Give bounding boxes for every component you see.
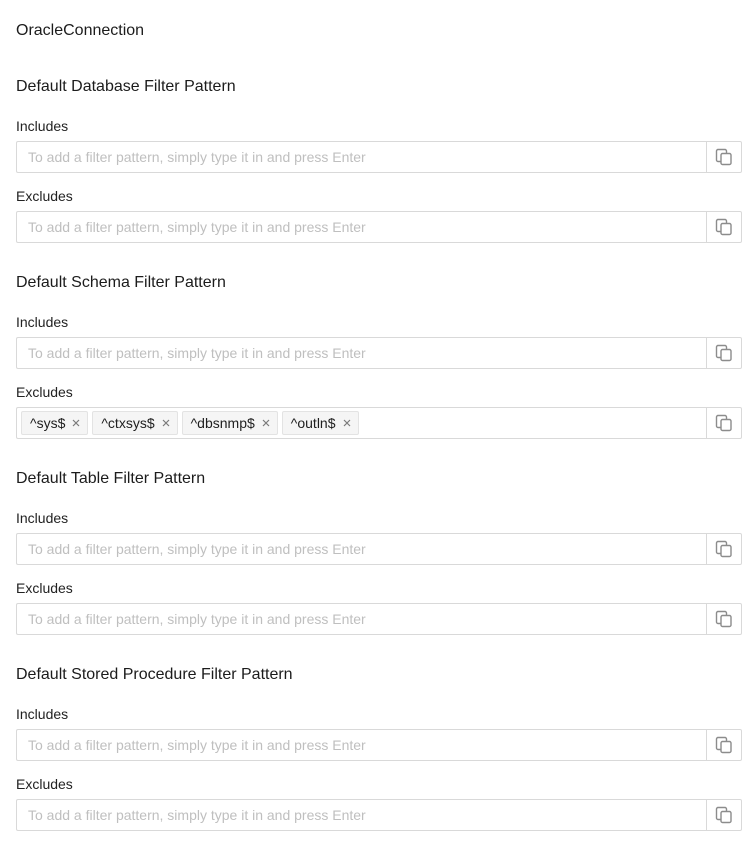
database-excludes-copy-button[interactable]: [706, 211, 742, 243]
copy-icon: [714, 805, 734, 825]
table-includes-input-wrapper[interactable]: [16, 533, 706, 565]
schema-excludes-field: ^sys$ ^ctxsys$ ^dbsnmp$ ^outln$: [16, 407, 742, 439]
copy-icon: [714, 609, 734, 629]
tag-label: ^sys$: [30, 415, 66, 431]
section-title: Default Schema Filter Pattern: [16, 274, 226, 291]
close-icon[interactable]: [69, 416, 83, 430]
tag-label: ^outln$: [290, 415, 336, 431]
excludes-label: Excludes: [16, 776, 73, 792]
connection-title: OracleConnection: [16, 22, 145, 39]
schema-includes-copy-button[interactable]: [706, 337, 742, 369]
database-includes-field: [16, 141, 742, 173]
close-icon[interactable]: [159, 416, 173, 430]
copy-icon: [714, 413, 734, 433]
filter-tag: ^ctxsys$: [92, 411, 178, 435]
database-excludes-input-wrapper[interactable]: [16, 211, 706, 243]
stored-procedure-includes-input[interactable]: [28, 737, 695, 753]
section-title: Default Table Filter Pattern: [16, 470, 206, 487]
table-excludes-copy-button[interactable]: [706, 603, 742, 635]
table-excludes-field: [16, 603, 742, 635]
database-includes-copy-button[interactable]: [706, 141, 742, 173]
table-excludes-input[interactable]: [28, 611, 695, 627]
includes-label: Includes: [16, 118, 69, 134]
schema-excludes-tag-input[interactable]: ^sys$ ^ctxsys$ ^dbsnmp$ ^outln$: [16, 407, 706, 439]
tag-label: ^dbsnmp$: [190, 415, 255, 431]
filter-tag: ^dbsnmp$: [181, 411, 278, 435]
database-excludes-input[interactable]: [28, 219, 695, 235]
copy-icon: [714, 147, 734, 167]
database-includes-input[interactable]: [28, 149, 695, 165]
copy-icon: [714, 217, 734, 237]
excludes-label: Excludes: [16, 580, 73, 596]
stored-procedure-excludes-copy-button[interactable]: [706, 799, 742, 831]
includes-label: Includes: [16, 706, 69, 722]
section-title: Default Database Filter Pattern: [16, 78, 236, 95]
close-icon[interactable]: [340, 416, 354, 430]
table-includes-copy-button[interactable]: [706, 533, 742, 565]
includes-label: Includes: [16, 314, 69, 330]
stored-procedure-includes-input-wrapper[interactable]: [16, 729, 706, 761]
includes-label: Includes: [16, 510, 69, 526]
schema-includes-input[interactable]: [28, 345, 695, 361]
stored-procedure-includes-copy-button[interactable]: [706, 729, 742, 761]
stored-procedure-excludes-input-wrapper[interactable]: [16, 799, 706, 831]
filter-tag: ^outln$: [281, 411, 359, 435]
schema-excludes-copy-button[interactable]: [706, 407, 742, 439]
schema-includes-field: [16, 337, 742, 369]
stored-procedure-includes-field: [16, 729, 742, 761]
copy-icon: [714, 343, 734, 363]
tag-label: ^ctxsys$: [101, 415, 155, 431]
copy-icon: [714, 735, 734, 755]
section-title: Default Stored Procedure Filter Pattern: [16, 666, 293, 683]
database-includes-input-wrapper[interactable]: [16, 141, 706, 173]
stored-procedure-excludes-input[interactable]: [28, 807, 695, 823]
copy-icon: [714, 539, 734, 559]
filter-tag: ^sys$: [21, 411, 89, 435]
excludes-label: Excludes: [16, 384, 73, 400]
database-excludes-field: [16, 211, 742, 243]
close-icon[interactable]: [259, 416, 273, 430]
stored-procedure-excludes-field: [16, 799, 742, 831]
table-includes-field: [16, 533, 742, 565]
table-excludes-input-wrapper[interactable]: [16, 603, 706, 635]
excludes-label: Excludes: [16, 188, 73, 204]
schema-includes-input-wrapper[interactable]: [16, 337, 706, 369]
table-includes-input[interactable]: [28, 541, 695, 557]
